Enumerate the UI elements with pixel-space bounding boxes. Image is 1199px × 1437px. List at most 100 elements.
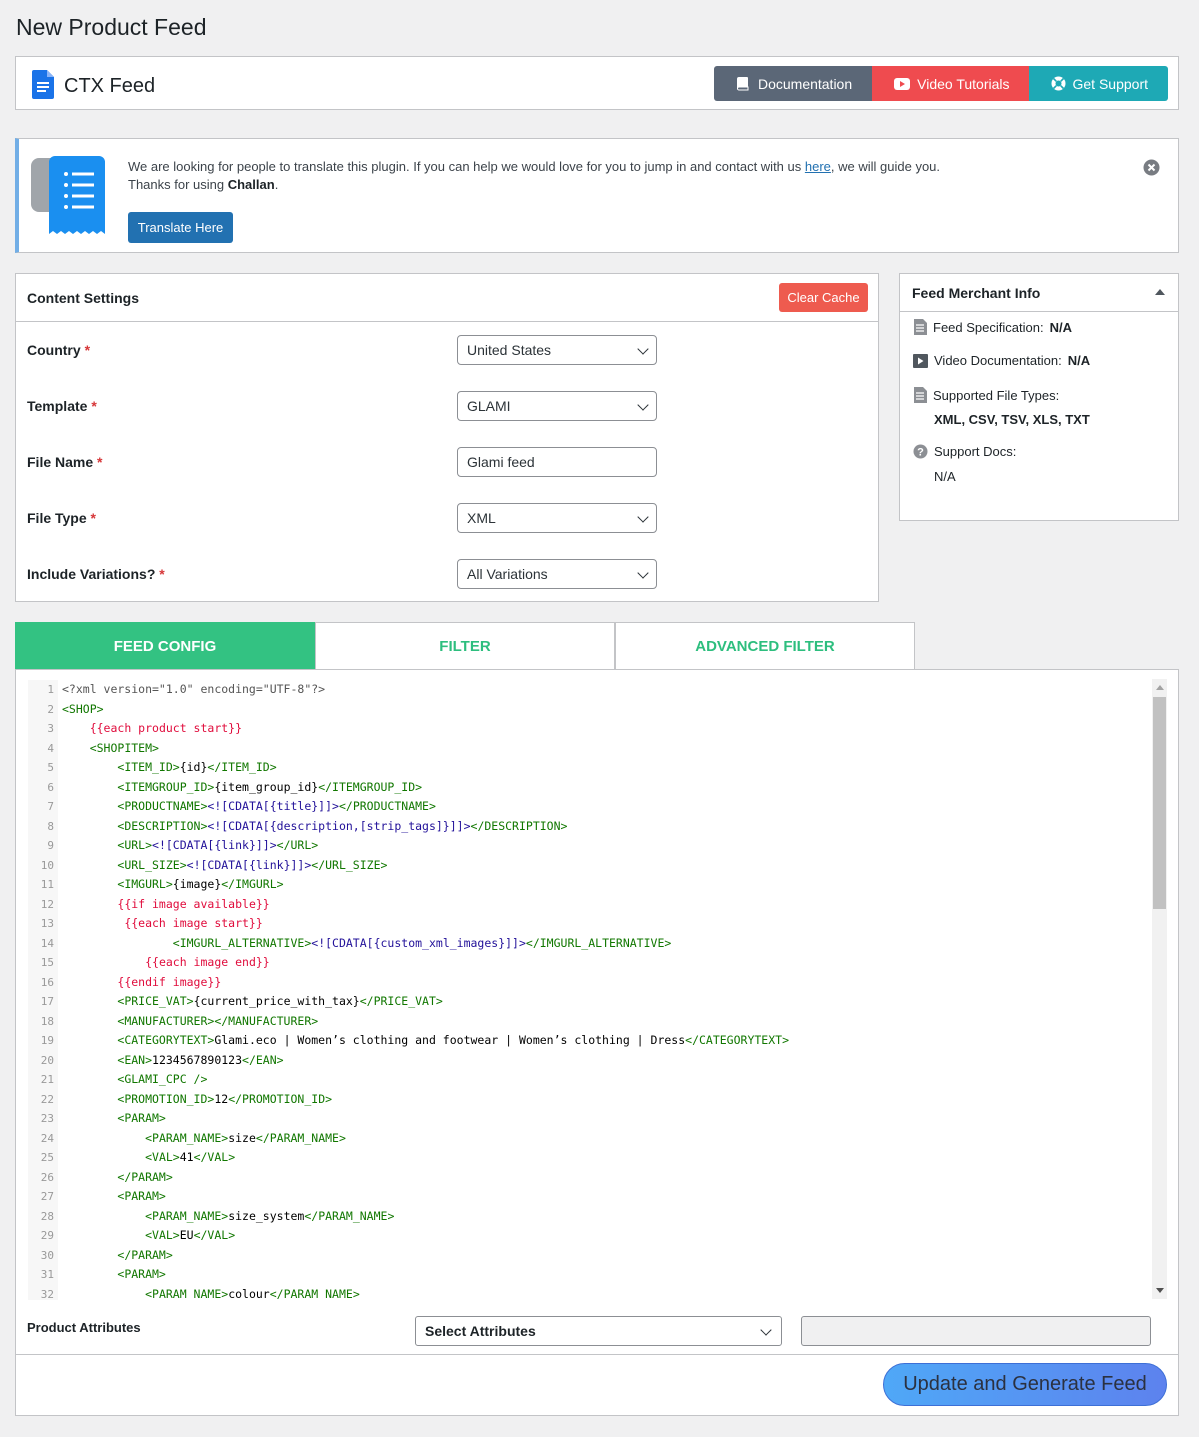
document-icon <box>914 319 927 335</box>
country-label: Country * <box>27 342 91 358</box>
line-code: <VAL>41</VAL> <box>145 1150 236 1164</box>
line-number: 25 <box>40 1151 54 1164</box>
line-number: 3 <box>47 722 54 735</box>
line-code: <MANUFACTURER></MANUFACTURER> <box>117 1013 319 1028</box>
notice-here-link[interactable]: here <box>805 159 831 174</box>
file-types-label: Supported File Types: <box>933 387 1060 403</box>
ctx-feed-logo-icon <box>32 70 54 99</box>
line-number: 30 <box>40 1248 54 1262</box>
attribute-value-input[interactable] <box>801 1316 1151 1346</box>
notice-text: We are looking for people to translate t… <box>128 159 805 174</box>
line-number: 26 <box>40 1170 54 1184</box>
file-name-input[interactable]: Glami feed <box>457 447 657 477</box>
brand-name: CTX Feed <box>64 75 156 97</box>
line-code: <PRICE_VAT>{current_price_with_tax}</PRI… <box>117 994 443 1008</box>
line-code: <SHOPITEM> <box>89 740 159 755</box>
update-generate-feed-button[interactable]: Update and Generate Feed <box>883 1363 1167 1406</box>
line-code: {{each image end}} <box>145 955 270 969</box>
content-settings-title: Content Settings <box>27 290 139 306</box>
line-code: {{each product start}} <box>89 721 243 735</box>
scroll-down-arrow-icon[interactable] <box>1156 1288 1164 1293</box>
select-attributes-dropdown[interactable]: Select Attributes <box>415 1316 782 1346</box>
feed-specification-item: Feed Specification: N/A <box>913 319 1072 335</box>
tab-advanced-filter[interactable]: ADVANCED FILTER <box>615 622 915 670</box>
line-code: <PROMOTION_ID>12</PROMOTION_ID> <box>117 1091 333 1106</box>
line-code: <CATEGORYTEXT>Glami.eco | Women’s clothi… <box>117 1033 789 1047</box>
file-type-row: File Type * XML <box>16 503 878 533</box>
feed-config-panel: 1 <?xml version="1.0" encoding="UTF-8"?> 2… <box>15 669 1179 1416</box>
support-docs-item: ? Support Docs: <box>913 444 1016 459</box>
line-code: <ITEMGROUP_ID>{item_group_id}</ITEMGROUP… <box>117 779 423 794</box>
lifebuoy-icon <box>1051 76 1065 91</box>
translate-here-button[interactable]: Translate Here <box>128 212 233 243</box>
line-code: <URL_SIZE><![CDATA[{link}]]></URL_SIZE> <box>117 857 388 872</box>
line-number: 4 <box>47 741 54 755</box>
file-name-label: File Name * <box>27 454 103 470</box>
video-doc-value: N/A <box>1067 353 1091 368</box>
line-number: 28 <box>40 1209 54 1223</box>
video-tutorials-button[interactable]: Video Tutorials <box>872 66 1029 101</box>
file-type-select[interactable]: XML <box>457 503 657 533</box>
line-number: 8 <box>47 819 54 833</box>
line-number: 22 <box>40 1092 54 1106</box>
line-code: <EAN>1234567890123</EAN> <box>117 1052 284 1067</box>
line-code: <SHOP> <box>62 701 104 716</box>
spec-label: Feed Specification: <box>933 319 1044 335</box>
support-docs-value: N/A <box>934 469 956 484</box>
editor-scrollbar[interactable] <box>1152 679 1167 1299</box>
notice-message: We are looking for people to translate t… <box>128 158 940 194</box>
page-title: New Product Feed <box>16 14 207 40</box>
clear-cache-button[interactable]: Clear Cache <box>779 283 868 312</box>
get-support-label: Get Support <box>1072 75 1149 92</box>
video-tutorials-label: Video Tutorials <box>917 75 1010 92</box>
scrollbar-thumb[interactable] <box>1153 697 1166 909</box>
line-number: 27 <box>40 1190 54 1203</box>
tab-filter[interactable]: FILTER <box>315 622 615 670</box>
scroll-up-arrow-icon[interactable] <box>1156 685 1164 690</box>
line-code: <PARAM_NAME>size</PARAM_NAME> <box>145 1130 346 1145</box>
merchant-title: Feed Merchant Info <box>912 285 1041 301</box>
template-row: Template * GLAMI <box>16 391 878 421</box>
file-name-row: File Name * Glami feed <box>16 447 878 477</box>
variations-select[interactable]: All Variations <box>457 559 657 589</box>
line-number: 21 <box>40 1073 54 1086</box>
line-number: 9 <box>47 839 54 852</box>
line-number: 10 <box>40 858 54 872</box>
svg-text:?: ? <box>917 447 924 459</box>
line-number: 5 <box>47 761 54 774</box>
tab-feed-config[interactable]: FEED CONFIG <box>15 622 315 670</box>
close-icon[interactable] <box>1143 159 1160 176</box>
line-number: 32 <box>40 1287 54 1301</box>
notice-text-end: , we will guide you. <box>830 159 941 174</box>
code-editor[interactable]: 1 <?xml version="1.0" encoding="UTF-8"?> 2… <box>28 680 1180 1300</box>
line-code: <PARAM> <box>117 1189 166 1203</box>
line-code: <PARAM_NAME>colour</PARAM_NAME> <box>145 1286 360 1301</box>
line-number: 17 <box>40 995 54 1008</box>
line-code: <IMGURL>{image}</IMGURL> <box>117 877 284 891</box>
line-number: 12 <box>40 897 54 911</box>
file-types-value: XML, CSV, TSV, XLS, TXT <box>934 412 1090 427</box>
collapse-arrow-icon[interactable] <box>1155 289 1165 295</box>
template-select[interactable]: GLAMI <box>457 391 657 421</box>
brand-bar: CTX Feed Documentation Video Tutorials G… <box>15 56 1179 110</box>
get-support-button[interactable]: Get Support <box>1028 66 1168 101</box>
line-number: 13 <box>40 917 54 930</box>
line-code: <VAL>EU</VAL> <box>145 1228 236 1242</box>
line-number: 16 <box>40 975 54 989</box>
footer-divider <box>16 1354 1178 1355</box>
line-number: 1 <box>47 683 54 696</box>
youtube-icon <box>894 77 911 90</box>
documentation-button[interactable]: Documentation <box>713 66 873 101</box>
template-label: Template * <box>27 398 97 414</box>
line-code: <ITEM_ID>{id}</ITEM_ID> <box>117 760 277 774</box>
line-code: <GLAMI_CPC /> <box>117 1072 208 1086</box>
variations-row: Include Variations? * All Variations <box>16 559 878 589</box>
line-code: <URL><![CDATA[{link}]]></URL> <box>117 838 319 852</box>
line-number: 24 <box>40 1131 54 1145</box>
line-code: <DESCRIPTION><![CDATA[{description,[stri… <box>117 818 568 833</box>
country-select[interactable]: United States <box>457 335 657 365</box>
notice-thanks-end: . <box>274 177 279 192</box>
documentation-label: Documentation <box>757 75 853 92</box>
support-docs-label: Support Docs: <box>934 444 1017 459</box>
line-code: <?xml version="1.0" encoding="UTF-8"?> <box>62 682 326 696</box>
